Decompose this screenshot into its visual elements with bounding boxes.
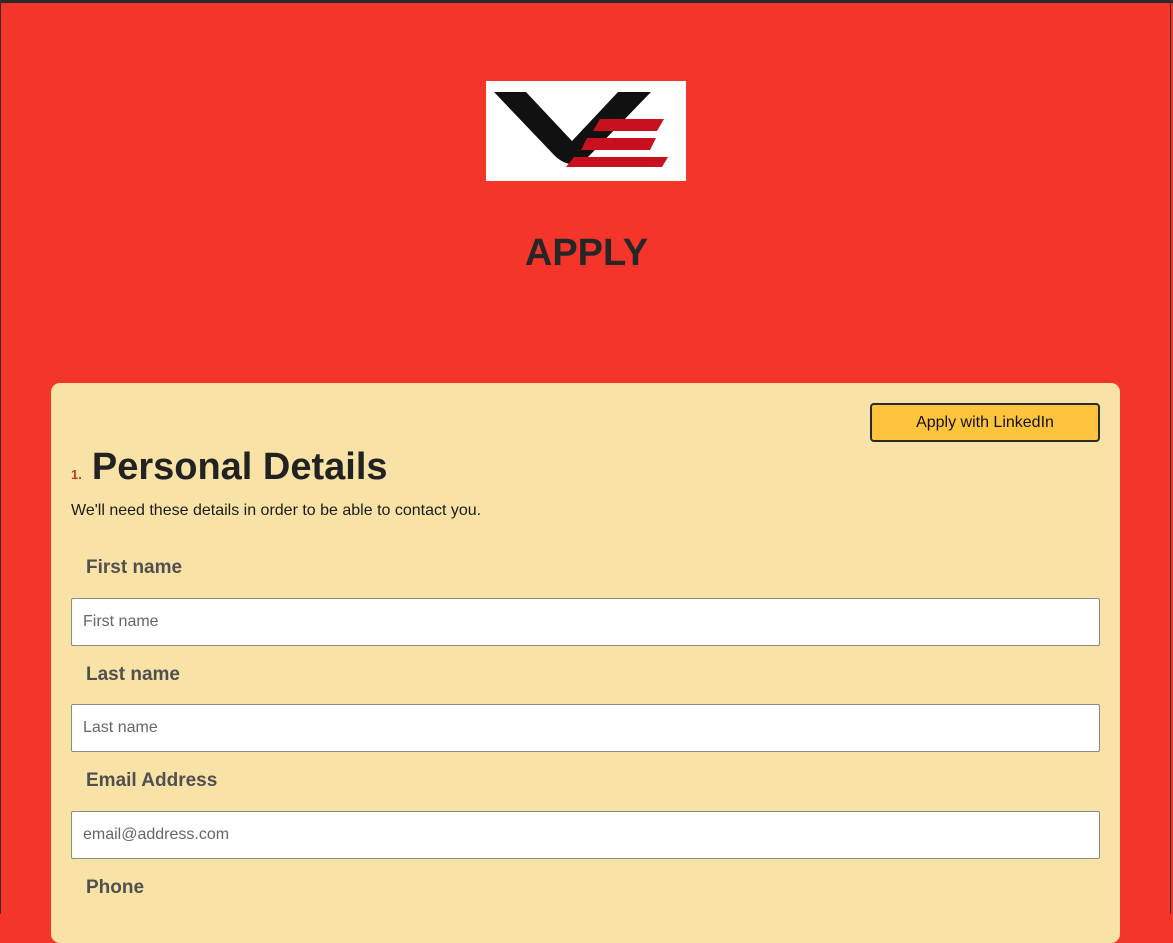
section-heading: 1. Personal Details — [71, 443, 388, 491]
section-number: 1. — [71, 467, 82, 482]
section-description: We'll need these details in order to be … — [71, 502, 482, 519]
page-title: APPLY — [524, 232, 649, 274]
window-left-border — [0, 0, 1, 914]
window-right-border — [1170, 0, 1171, 914]
application-form-card: Apply with LinkedIn 1. Personal Details … — [51, 383, 1120, 943]
email-address-label: Email Address — [86, 770, 218, 791]
last-name-label: Last name — [86, 664, 180, 685]
last-name-input[interactable] — [71, 704, 1100, 752]
section-title: Personal Details — [91, 446, 388, 488]
window-top-border — [0, 0, 1173, 3]
company-logo — [486, 81, 686, 181]
email-address-input[interactable] — [71, 811, 1100, 859]
first-name-input[interactable] — [71, 598, 1100, 646]
phone-label: Phone — [86, 877, 145, 898]
first-name-label: First name — [86, 557, 183, 578]
ve-logo-icon — [494, 92, 668, 167]
apply-with-linkedin-button[interactable]: Apply with LinkedIn — [870, 403, 1100, 442]
